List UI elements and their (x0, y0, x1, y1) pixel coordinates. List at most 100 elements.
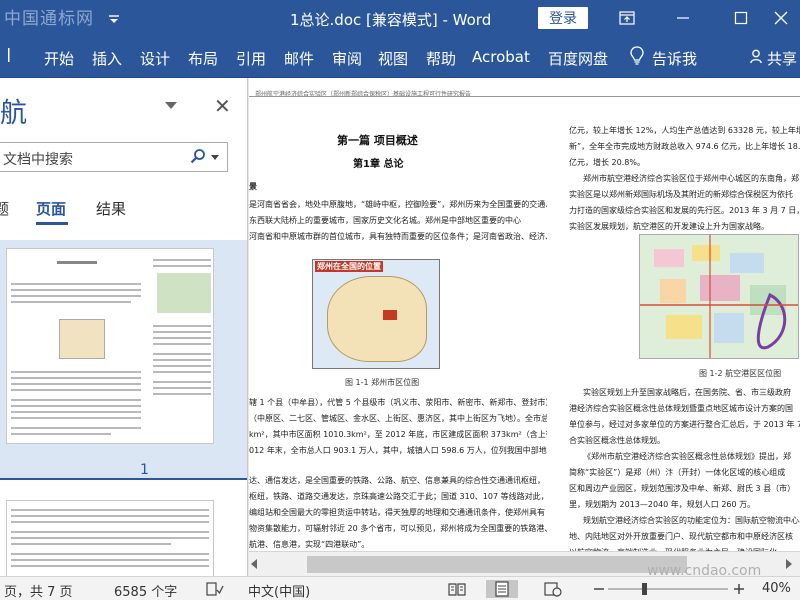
zoom-level[interactable]: 40% (762, 581, 791, 596)
ribbon-tabs: 开始 插入 设计 布局 引用 邮件 审阅 视图 帮助 Acrobat 百度网盘 … (0, 36, 800, 78)
quick-access-dropdown-icon[interactable] (104, 8, 124, 28)
person-icon (750, 49, 764, 68)
web-layout-icon[interactable] (540, 580, 566, 598)
body-line: 实验区发展规划，航空港区的开发建设上升为国家战略。 (569, 222, 769, 231)
login-button[interactable]: 登录 (538, 7, 588, 29)
scroll-left-arrow-icon[interactable] (251, 559, 257, 569)
close-pane-icon[interactable]: ✕ (214, 94, 231, 118)
navigation-pane-title: 航 (0, 98, 27, 129)
word-count-status[interactable]: 6585 个字 (114, 581, 177, 600)
body-line: 《郑州市航空港经济综合实验区概念性总体规划》提出，郑 (583, 452, 791, 461)
maximize-icon[interactable] (718, 0, 764, 36)
watermark-logo: 中国通标网 (4, 9, 94, 29)
body-line: 物资集散能力，可辐射邻近 20 多个省市，可以预见，郑州将成为全国重要的铁路港、 (249, 524, 547, 533)
tab-review[interactable]: 审阅 (332, 48, 362, 69)
tab-headings[interactable]: 题 (0, 198, 9, 219)
title-bar: 中国通标网 1总论.doc [兼容模式] - Word 登录 (0, 0, 800, 36)
tab-pages[interactable]: 页面 (36, 198, 66, 219)
tab-results[interactable]: 结果 (96, 198, 126, 219)
body-line: 简称“实验区”）是郑（州）汴（开封）一体化区域的核心组成 (569, 468, 786, 477)
tab-view[interactable]: 视图 (378, 48, 408, 69)
tab-file-partial[interactable] (6, 48, 16, 66)
body-line: 新”，全年全市完成地方财政总收入 974.6 亿元，比上年增长 18.8 (569, 142, 800, 151)
body-line: 亿元，较上年增长 12%，人均生产总值达到 63328 元，较上年增 (569, 126, 800, 135)
body-line: 河南省和中原城市群的首位城市，具有独特而重要的区位条件；是河南省政治、经济、 (249, 232, 547, 241)
china-map-shape (327, 276, 427, 362)
share-label: 共享 (767, 50, 798, 68)
site-watermark: www.cndao.com (647, 563, 762, 579)
proofing-icon[interactable] (205, 580, 225, 598)
body-line: 单位参与，经过对多家单位的方案进行整合汇总后，于 2013 年 7 (569, 420, 800, 429)
body-line: 港经济综合实验区概念性总体规划暨重点地区城市设计方案的国 (569, 404, 793, 413)
thumbnail-map-image (59, 319, 105, 359)
zoom-out-icon[interactable] (592, 580, 606, 598)
chapter-heading: 第1章 总论 (353, 159, 404, 170)
body-line: 达、通信发达，是全国重要的铁路、公路、航空、信息兼具的综合性交通通讯枢纽， (249, 476, 545, 485)
navigation-pane: 航 ✕ 文档中搜索 题 页面 结果 (0, 78, 248, 576)
ribbon-display-options-icon[interactable] (604, 0, 650, 36)
zoom-slider[interactable] (608, 580, 728, 598)
page-thumbnails-list: 1 (0, 238, 247, 576)
zoom-in-icon[interactable] (732, 580, 746, 598)
tab-acrobat[interactable]: Acrobat (472, 48, 530, 66)
document-title: 1总论.doc [兼容模式] - Word (290, 11, 492, 29)
body-line: 地、内陆地区对外开放重要门户、现代航空都市和中原经济区核 (569, 532, 793, 541)
tab-references[interactable]: 引用 (236, 48, 266, 69)
tab-layout[interactable]: 布局 (188, 48, 218, 69)
body-line: 航港、信息港，实现“四港联动”。 (249, 540, 370, 549)
body-line: 是河南省省会，地处中原腹地，“雄峙中枢，控御险要”，郑州历来为全国重要的交通、 (249, 200, 547, 209)
search-document-input[interactable]: 文档中搜索 (0, 142, 228, 172)
page-thumbnail-number: 1 (140, 462, 149, 478)
part-heading: 第一篇 项目概述 (337, 134, 418, 147)
map-title: 郑州在全国的位置 (315, 261, 383, 272)
page-thumbnail-selected[interactable]: 1 (0, 240, 247, 480)
body-line: 东西联大陆桥上的重要城市，国家历史文化名城。郑州是中部地区重要的中心 (249, 216, 521, 225)
page-header-rule (249, 96, 800, 97)
body-line: km²，其中市区面积 1010.3km²，至 2012 年底，市区建成区面积 3… (249, 430, 547, 439)
minimize-icon[interactable] (660, 0, 706, 36)
body-line: 规划航空港经济综合实验区的功能定位为：国际航空物流中心、 (583, 516, 800, 525)
page-thumbnail-2[interactable] (6, 500, 214, 576)
tell-me-label: 告诉我 (652, 49, 698, 68)
pane-options-dropdown-icon[interactable] (165, 102, 177, 109)
zhengzhou-highlight (383, 310, 397, 320)
body-line: 区和周边产业园区，规划范围涉及中牟、新郑、尉氏 3 县（市） (569, 484, 796, 493)
tab-baidu-netdisk[interactable]: 百度网盘 (548, 48, 608, 69)
print-layout-icon[interactable] (486, 580, 518, 598)
body-line: 郑州市航空港经济综合实验区位于郑州中心城区的东南角，郑 (583, 174, 799, 183)
body-line: 编组站和全国最大的零担货运中转站，得天独厚的地理和交通通讯条件，使郑州具有 (249, 508, 545, 517)
tell-me-box[interactable]: 告诉我 (630, 46, 697, 70)
search-options-dropdown-icon[interactable] (211, 155, 219, 160)
page-thumbnail-1[interactable] (6, 248, 214, 444)
tab-insert[interactable]: 插入 (92, 48, 122, 69)
tab-design[interactable]: 设计 (140, 48, 170, 69)
search-icon[interactable] (190, 148, 206, 168)
tab-mailings[interactable]: 邮件 (284, 48, 314, 69)
airport-zone-map-figure (639, 234, 799, 359)
body-line: 辖 1 个县（中牟县），代管 5 个县级市（巩义市、荥阳市、新密市、新郑市、登封… (249, 398, 547, 407)
figure-2-caption: 图 1-2 航空港区区位图 (699, 369, 782, 378)
document-canvas[interactable]: 郑州航空港经济综合实验区（郑州新郑综合保税区）基础设施工程可行性研究报告 第一篇… (249, 78, 800, 576)
body-line: 枢纽，铁路、道路交通发达，京珠高速公路交汇于此；国道 310、107 等线路对此… (249, 492, 547, 501)
body-line: 012 年末，全市总人口 903.1 万人，其中，城镇人口 598.6 万人，位… (249, 446, 547, 455)
scrollbar-thumb[interactable] (307, 556, 687, 573)
active-tab-indicator (36, 222, 68, 225)
thumbnail-aerial-image (157, 273, 211, 313)
body-line: 力打造的国家级综合实验区和发展的先行区。2013 年 3 月 7 日，国务院 (569, 206, 800, 215)
search-placeholder: 文档中搜索 (3, 152, 73, 168)
body-line: 合实验区概念性总体规划。 (569, 436, 665, 445)
language-status[interactable]: 中文(中国) (248, 581, 310, 600)
body-line: 里，规划期为 2013—2040 年，规划人口 260 万。 (569, 500, 756, 509)
page-count-status[interactable]: 页，共 7 页 (4, 581, 73, 600)
share-button[interactable]: 共享 (750, 48, 797, 69)
tab-help[interactable]: 帮助 (426, 48, 456, 69)
body-line: 实验区是以郑州新郑国际机场及其附近的新郑综合保税区为依托 (569, 190, 793, 199)
scroll-right-arrow-icon[interactable] (786, 559, 792, 569)
figure-1-caption: 图 1-1 郑州市区位图 (345, 378, 420, 387)
tab-home[interactable]: 开始 (44, 48, 74, 69)
close-window-icon[interactable] (762, 0, 800, 36)
lightbulb-icon (630, 46, 644, 70)
body-line: 实验区规划上升至国家战略后，在国务院、省、市三级政府 (583, 388, 791, 397)
read-mode-icon[interactable] (444, 580, 470, 598)
body-line: （中原区、二七区、管城区、金水区、上街区、惠济区，其中上街区为飞地）。全市总 (249, 414, 547, 423)
